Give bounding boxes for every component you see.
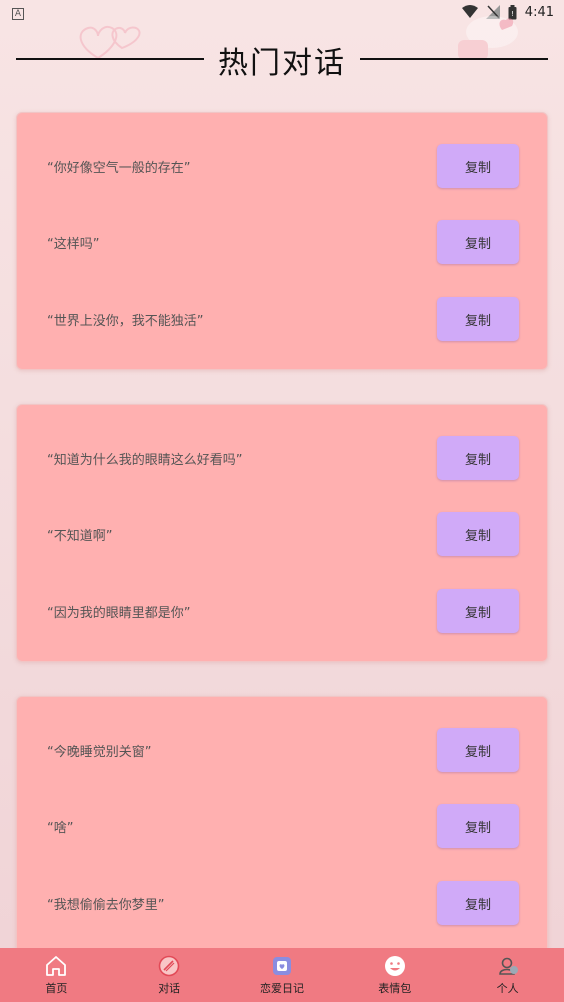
copy-button[interactable]: 复制: [437, 220, 519, 264]
tab-diary-label: 恋爱日记: [259, 982, 304, 995]
dialogue-line: “不知道啊”: [47, 528, 113, 544]
copy-button[interactable]: 复制: [437, 881, 519, 925]
smiley-icon: [383, 954, 407, 978]
dialogue-line: “你好像空气一般的存在”: [47, 160, 191, 176]
tab-emoji-label: 表情包: [378, 982, 412, 995]
dialogue-row: “我想偷偷去你梦里” 复制: [17, 880, 549, 926]
tab-home-label: 首页: [45, 982, 68, 995]
dialogue-line: “啥”: [47, 820, 74, 836]
notification-a-icon: A: [12, 7, 24, 20]
dialogue-line: “世界上没你，我不能独活”: [47, 313, 204, 329]
person-icon: [496, 954, 520, 978]
dialogue-row: “你好像空气一般的存在” 复制: [17, 143, 549, 189]
copy-button[interactable]: 复制: [437, 436, 519, 480]
copy-button[interactable]: 复制: [437, 512, 519, 556]
dialogue-card: “你好像空气一般的存在” 复制 “这样吗” 复制 “世界上没你，我不能独活” 复…: [16, 112, 548, 370]
copy-button[interactable]: 复制: [437, 804, 519, 848]
dialogue-card: “知道为什么我的眼睛这么好看吗” 复制 “不知道啊” 复制 “因为我的眼睛里都是…: [16, 404, 548, 662]
page-header: 热门对话: [0, 36, 564, 84]
header-divider-right: [360, 58, 548, 60]
dialogue-line: “今晚睡觉别关窗”: [47, 744, 152, 760]
dialogue-row: “今晚睡觉别关窗” 复制: [17, 727, 549, 773]
copy-button[interactable]: 复制: [437, 728, 519, 772]
tab-profile-label: 个人: [496, 982, 519, 995]
dialogue-row: “因为我的眼睛里都是你” 复制: [17, 588, 549, 634]
home-icon: [44, 954, 68, 978]
tab-diary[interactable]: 恋爱日记: [237, 954, 327, 996]
page-title: 热门对话: [218, 46, 346, 81]
status-time: 4:41: [524, 4, 554, 20]
tab-home[interactable]: 首页: [11, 954, 101, 996]
dialogue-card: “今晚睡觉别关窗” 复制 “啥” 复制 “我想偷偷去你梦里” 复制: [16, 696, 548, 954]
dialogue-line: “知道为什么我的眼睛这么好看吗”: [47, 452, 243, 468]
dialogue-row: “不知道啊” 复制: [17, 511, 549, 557]
copy-button[interactable]: 复制: [437, 297, 519, 341]
dialogue-line: “我想偷偷去你梦里”: [47, 897, 165, 913]
dialogue-row: “这样吗” 复制: [17, 219, 549, 265]
diary-icon: [270, 954, 294, 978]
header-divider-left: [16, 58, 204, 60]
dialogue-line: “因为我的眼睛里都是你”: [47, 605, 191, 621]
copy-button[interactable]: 复制: [437, 589, 519, 633]
dialogue-line: “这样吗”: [47, 236, 100, 252]
chat-bubble-icon: [157, 954, 181, 978]
status-left: A: [12, 5, 24, 20]
tab-profile[interactable]: 个人: [463, 954, 553, 996]
dialogue-row: “知道为什么我的眼睛这么好看吗” 复制: [17, 435, 549, 481]
tab-dialogue[interactable]: 对话: [124, 954, 214, 996]
dialogue-row: “世界上没你，我不能独活” 复制: [17, 296, 549, 342]
tab-dialogue-label: 对话: [158, 982, 181, 995]
bottom-tab-bar: 首页 对话 恋爱日记 表情包 个人: [0, 948, 564, 1002]
dialogue-row: “啥” 复制: [17, 803, 549, 849]
tab-emoji[interactable]: 表情包: [350, 954, 440, 996]
copy-button[interactable]: 复制: [437, 144, 519, 188]
